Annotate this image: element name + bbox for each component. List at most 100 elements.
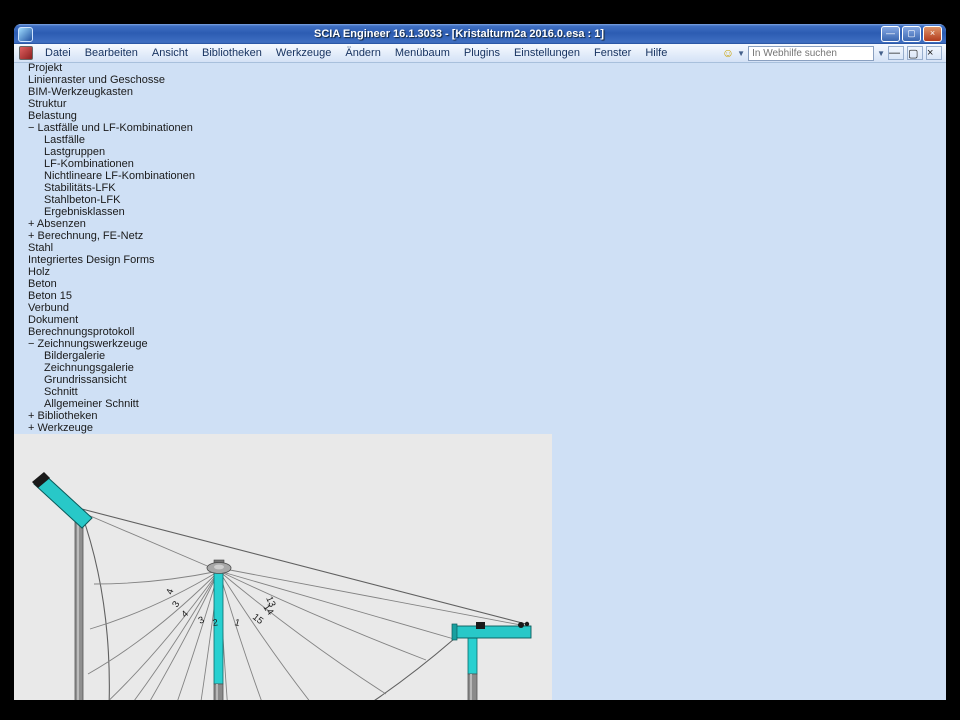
tree-item[interactable]: Allgemeiner Schnitt xyxy=(14,398,946,410)
model-viewport[interactable]: 4 3 4 3 2 1 15 14 13 xyxy=(14,434,946,700)
tree-item-label: Lastgruppen xyxy=(44,146,105,158)
menu-item[interactable]: Ansicht xyxy=(145,45,195,61)
tree-item[interactable]: Bildergalerie xyxy=(14,350,946,362)
tree-item-label: Beton 15 xyxy=(28,290,72,302)
document-window-icon xyxy=(19,46,33,60)
right-mast-upper[interactable] xyxy=(468,638,477,674)
tree-item-label: Bildergalerie xyxy=(44,350,105,362)
tree-item[interactable]: Beton xyxy=(14,278,946,290)
menu-item[interactable]: Einstellungen xyxy=(507,45,587,61)
tree-item-label: Linienraster und Geschosse xyxy=(28,74,165,86)
menu-item[interactable]: Menübaum xyxy=(388,45,457,61)
tree-item[interactable]: Zeichnungsgalerie xyxy=(14,362,946,374)
menu-item[interactable]: Datei xyxy=(38,45,78,61)
tree-item[interactable]: − Lastfälle und LF-Kombinationen xyxy=(14,122,946,134)
tree-item[interactable]: Struktur xyxy=(14,98,946,110)
tree-item[interactable]: Projekt xyxy=(14,62,946,74)
center-mast-lower[interactable] xyxy=(214,684,223,700)
tree-expand-icon[interactable]: + xyxy=(28,218,34,230)
main-area: Menübaum ⚲ × Projekt Linienraster un xyxy=(14,49,946,700)
tree-item[interactable]: Dokument xyxy=(14,314,946,326)
tree-item[interactable]: Nichtlineare LF-Kombinationen xyxy=(14,170,946,182)
tree-item[interactable]: + Werkzeuge xyxy=(14,422,946,434)
tree-item-label: Bibliotheken xyxy=(38,410,98,422)
tree-item[interactable]: Beton 15 xyxy=(14,290,946,302)
mdi-close-button[interactable]: × xyxy=(926,46,942,60)
tree-expand-icon[interactable]: − xyxy=(28,338,34,350)
search-dropdown-icon[interactable]: ▼ xyxy=(877,49,885,58)
tree-item-label: Integriertes Design Forms xyxy=(28,254,155,266)
tree-item[interactable]: Lastfälle xyxy=(14,134,946,146)
window-title: SCIA Engineer 16.1.3033 - [Kristalturm2a… xyxy=(37,28,881,40)
tree-item[interactable]: Grundrissansicht xyxy=(14,374,946,386)
tree-item[interactable]: Linienraster und Geschosse xyxy=(14,74,946,86)
tree-item[interactable]: LF-Kombinationen xyxy=(14,158,946,170)
menu-item[interactable]: Hilfe xyxy=(638,45,674,61)
tree-item-label: Ergebnisklassen xyxy=(44,206,125,218)
tree-item-label: Berechnung, FE-Netz xyxy=(38,230,144,242)
tree-item[interactable]: Stabilitäts-LFK xyxy=(14,182,946,194)
tree-item-label: Werkzeuge xyxy=(38,422,93,434)
menu-tree-panel: Menübaum ⚲ × Projekt Linienraster un xyxy=(14,49,946,434)
tree-item[interactable]: BIM-Werkzeugkasten xyxy=(14,86,946,98)
tree-item[interactable]: Verbund xyxy=(14,302,946,314)
menu-item[interactable]: Bibliotheken xyxy=(195,45,269,61)
close-button[interactable]: × xyxy=(923,26,942,42)
tree-item-label: Grundrissansicht xyxy=(44,374,127,386)
tree-item[interactable]: Stahl xyxy=(14,242,946,254)
right-mast-lower[interactable] xyxy=(468,674,477,700)
menu-item[interactable]: Werkzeuge xyxy=(269,45,338,61)
tree-item-label: Stahl xyxy=(28,242,53,254)
tree-item-label: Belastung xyxy=(28,110,77,122)
mdi-minimize-button[interactable]: — xyxy=(888,46,904,60)
menu-item[interactable]: Plugins xyxy=(457,45,507,61)
tree-item-label: Struktur xyxy=(28,98,67,110)
tree-expand-icon[interactable]: − xyxy=(28,122,34,134)
menu-item[interactable]: Ändern xyxy=(338,45,387,61)
tree-expand-icon[interactable]: + xyxy=(28,230,34,242)
tree-item-label: LF-Kombinationen xyxy=(44,158,134,170)
tree-item[interactable]: Schnitt xyxy=(14,386,946,398)
tree-item-label: Allgemeiner Schnitt xyxy=(44,398,139,410)
restore-button[interactable]: ▢ xyxy=(902,26,921,42)
model-canvas[interactable]: 4 3 4 3 2 1 15 14 13 xyxy=(14,434,552,700)
tree-item[interactable]: − Zeichnungswerkzeuge xyxy=(14,338,946,350)
mdi-restore-button[interactable]: ▢ xyxy=(907,46,923,60)
minimize-button[interactable]: — xyxy=(881,26,900,42)
tree-expand-icon[interactable]: + xyxy=(28,410,34,422)
tree-item-label: Zeichnungsgalerie xyxy=(44,362,134,374)
smiley-dropdown-icon[interactable]: ▼ xyxy=(737,49,745,58)
title-bar: SCIA Engineer 16.1.3033 - [Kristalturm2a… xyxy=(14,24,946,44)
tree-item[interactable]: Ergebnisklassen xyxy=(14,206,946,218)
tree-item-label: Stahlbeton-LFK xyxy=(44,194,120,206)
tree-item-label: Stabilitäts-LFK xyxy=(44,182,116,194)
tree-item-label: Absenzen xyxy=(37,218,86,230)
tree-item[interactable]: + Bibliotheken xyxy=(14,410,946,422)
tree-item-label: Holz xyxy=(28,266,50,278)
webhelp-search-input[interactable] xyxy=(748,46,874,61)
menu-tree: Projekt Linienraster und Geschosse BIM-W… xyxy=(14,62,946,434)
tree-item[interactable]: Lastgruppen xyxy=(14,146,946,158)
tree-item-label: Projekt xyxy=(28,62,62,74)
tree-item[interactable]: Berechnungsprotokoll xyxy=(14,326,946,338)
tree-item-label: Schnitt xyxy=(44,386,78,398)
tree-item-label: BIM-Werkzeugkasten xyxy=(28,86,133,98)
scia-logo-icon xyxy=(18,27,33,42)
tree-item[interactable]: Stahlbeton-LFK xyxy=(14,194,946,206)
tree-item-label: Zeichnungswerkzeuge xyxy=(38,338,148,350)
tree-item-label: Lastfälle xyxy=(44,134,85,146)
tree-item[interactable]: Integriertes Design Forms xyxy=(14,254,946,266)
tree-item-label: Dokument xyxy=(28,314,78,326)
right-mast-beam[interactable] xyxy=(454,626,531,638)
tree-item-label: Beton xyxy=(28,278,57,290)
menu-item[interactable]: Fenster xyxy=(587,45,638,61)
tree-item-label: Verbund xyxy=(28,302,69,314)
tree-item-label: Berechnungsprotokoll xyxy=(28,326,134,338)
menu-item[interactable]: Bearbeiten xyxy=(78,45,145,61)
tree-item[interactable]: Belastung xyxy=(14,110,946,122)
tree-item[interactable]: Holz xyxy=(14,266,946,278)
tree-expand-icon[interactable]: + xyxy=(28,422,34,434)
tree-item[interactable]: + Berechnung, FE-Netz xyxy=(14,230,946,242)
tree-item[interactable]: + Absenzen xyxy=(14,218,946,230)
help-smiley-icon[interactable]: ☺ xyxy=(722,46,734,60)
